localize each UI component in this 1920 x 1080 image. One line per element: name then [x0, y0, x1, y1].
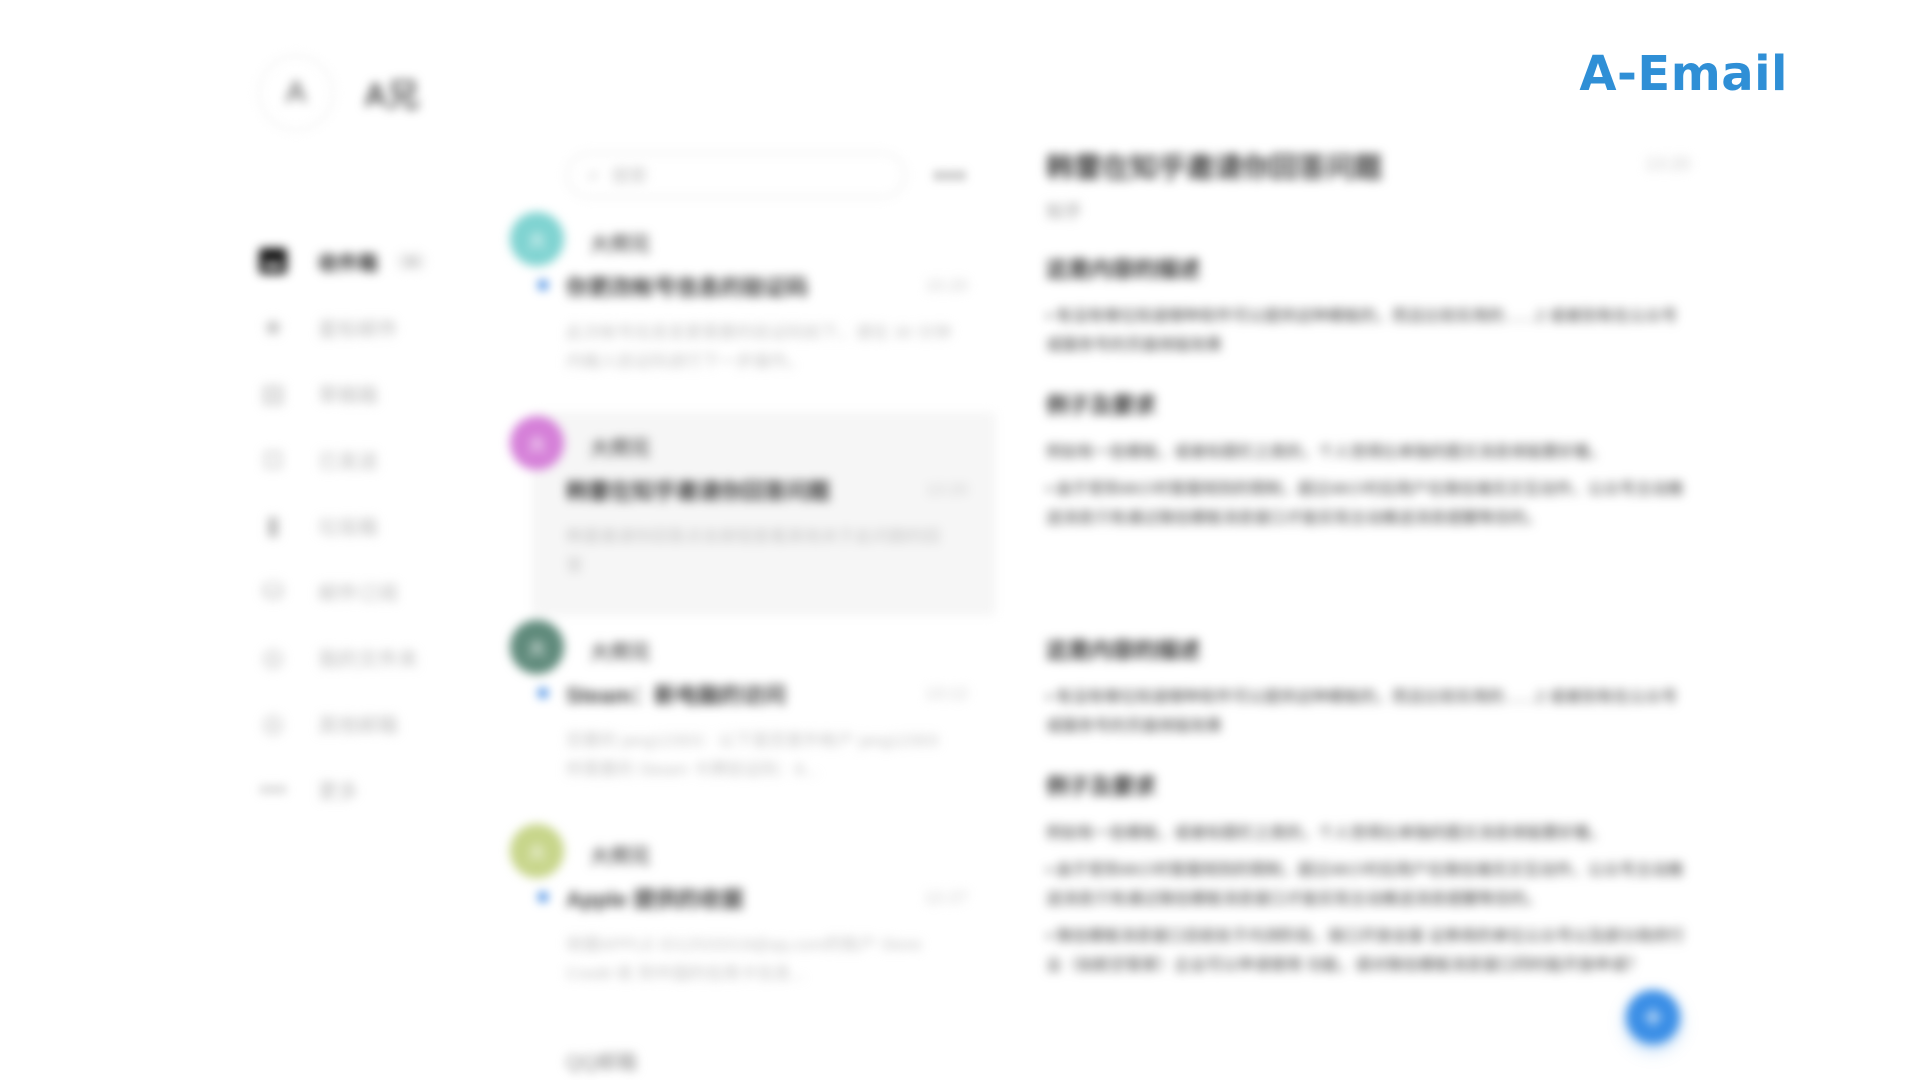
- message-title: 韩雷在知乎邀请你回答问题: [1046, 152, 1383, 183]
- sidebar-item-inbox[interactable]: 收件箱 34: [258, 228, 458, 294]
- section-paragraph: 例如有一些模板，或者标题栏之类的，个人觉得比单独的图文消息排版要好看。: [1046, 825, 1607, 842]
- avatar[interactable]: A: [258, 55, 334, 131]
- sender-avatar: 大: [510, 212, 564, 266]
- profile-name: A兄: [364, 77, 420, 113]
- mail-subject: Steam：新电脑的访问: [566, 683, 787, 708]
- mailbox-icon: ◎: [261, 707, 285, 738]
- sidebar-item-folders[interactable]: ◎ 我的文件夹: [258, 624, 458, 690]
- sidebar-item-more[interactable]: ••• 更多: [258, 756, 458, 822]
- compose-button[interactable]: +: [1626, 990, 1680, 1044]
- sidebar-item-label: 更多: [318, 780, 358, 803]
- folder-icon: ◎: [261, 641, 285, 672]
- message-section: 这是内容的描述 • 有没有哪位知道哪种软件可以提供这种模板的，而且比较实用的………: [1046, 252, 1686, 360]
- section-paragraph: • 有没有哪位知道哪种软件可以提供这种模板的，而且比较实用的……2 或者别有在公…: [1046, 308, 1678, 354]
- sender-avatar: 大: [510, 620, 564, 674]
- mail-subject: 韩雷在知乎邀请你回答问题: [566, 479, 831, 504]
- message-section: 例子及要求 例如有一些模板，或者标题栏之类的，个人觉得比单独的图文消息排版要好看…: [1046, 388, 1686, 533]
- section-heading: 例子及要求: [1046, 774, 1157, 799]
- star-icon: ★: [261, 311, 285, 342]
- sidebar-item-label: 其他邮箱: [318, 714, 398, 737]
- sidebar-item-other-mailboxes[interactable]: ◎ 其他邮箱: [258, 690, 458, 756]
- sidebar-item-drafts[interactable]: ▤ 草稿箱: [258, 360, 458, 426]
- sidebar-item-label: 星标邮件: [318, 318, 398, 341]
- mail-time: 12-27: [924, 888, 968, 907]
- mail-sender: 大师兄: [590, 234, 650, 256]
- mail-list: 大 大师兄 你更改帐号信息的验证码 15:20 此次帐号信息变更需要的验证码如下…: [510, 208, 996, 1024]
- section-paragraph: • 微信模板消息窗口目前处于内测阶段，接口开放全面 证券商的单位公众号以及部分政…: [1046, 928, 1685, 974]
- sidebar-item-trash[interactable]: ▮ 垃圾箱: [258, 492, 458, 558]
- sidebar-nav: 收件箱 34 ★ 星标邮件 ▤ 草稿箱 ⊡ 已发送 ▮ 垃圾箱 ⛁ 邮件订阅 ◎…: [258, 228, 458, 822]
- sidebar-item-label: 邮件订阅: [318, 582, 398, 605]
- unread-dot: [538, 280, 548, 290]
- mail-item-selected[interactable]: 大 大师兄 韩雷在知乎邀请你回答问题 13:20 韩雷邀请你回答点击按钮查看其他…: [510, 412, 996, 616]
- section-heading: 这是内容的描述: [1046, 638, 1201, 663]
- mail-time: 13:12: [925, 684, 968, 703]
- sent-icon: ⊡: [262, 443, 284, 474]
- mail-sender: 大师兄: [590, 642, 650, 664]
- mail-preview: 收据APPLE ID12533319@qq.com的账户 Store Credi…: [566, 935, 922, 983]
- mail-time: 15:20: [925, 276, 968, 295]
- reading-pane: 韩雷在知乎邀请你回答问题 13:20 知乎 这是内容的描述 • 有没有哪位知道哪…: [1046, 146, 1690, 988]
- mail-item[interactable]: 大 大师兄 你更改帐号信息的验证码 15:20 此次帐号信息变更需要的验证码如下…: [510, 208, 996, 412]
- mail-subject: 你更改帐号信息的验证码: [566, 275, 809, 300]
- mail-preview: 此次帐号信息变更需要的验证码如下，请在 30 分钟内输入验证码进行下一步操作。: [566, 323, 952, 371]
- mail-time: 13:20: [925, 480, 968, 499]
- mail-sender: 大师兄: [590, 846, 650, 868]
- section-paragraph: • 有没有哪位知道哪种软件可以提供这种模板的，而且比较实用的……2 或者别有在公…: [1046, 689, 1678, 735]
- message-from: 知乎: [1046, 202, 1082, 222]
- search-icon: ⌕: [588, 163, 600, 186]
- sidebar-item-label: 已发送: [318, 450, 378, 473]
- unread-dot: [538, 892, 548, 902]
- section-heading: 例子及要求: [1046, 393, 1157, 418]
- more-icon: •••: [259, 773, 287, 804]
- message-time: 13:20: [1644, 154, 1690, 174]
- trash-icon: ▮: [265, 509, 281, 540]
- inbox-icon: [258, 246, 288, 276]
- section-paragraph: • 由于受到48小时客服规则的限制，超过48小时后用户在微信端无交互动作，公众号…: [1046, 862, 1684, 908]
- section-paragraph: • 由于受到48小时客服规则的限制，超过48小时后用户在微信端无交互动作，公众号…: [1046, 481, 1684, 527]
- mail-preview: 韩雷邀请你回答点击按钮查看其他关于此问题的回答: [566, 527, 940, 575]
- message-section: 这是内容的描述 • 有没有哪位知道哪种软件可以提供这种模板的，而且比较实用的………: [1046, 633, 1686, 741]
- sidebar-item-label: 收件箱: [318, 252, 378, 275]
- section-heading: 这是内容的描述: [1046, 257, 1201, 282]
- profile[interactable]: A A兄: [258, 55, 419, 131]
- sidebar-item-label: 草稿箱: [318, 384, 378, 407]
- section-paragraph: 例如有一些模板，或者标题栏之类的，个人觉得比单独的图文消息排版要好看。: [1046, 444, 1607, 461]
- account-section-label[interactable]: QQ邮箱: [566, 1046, 637, 1075]
- search-placeholder: 搜索: [611, 166, 648, 186]
- draft-icon: ▤: [260, 377, 286, 408]
- sidebar-item-label: 我的文件夹: [318, 648, 418, 671]
- message-section: 例子及要求 例如有一些模板，或者标题栏之类的，个人觉得比单独的图文消息排版要好看…: [1046, 769, 1686, 980]
- sender-avatar: 大: [510, 824, 564, 878]
- search-input[interactable]: ⌕ 搜索: [566, 152, 906, 198]
- app-window: A A兄 收件箱 34 ★ 星标邮件 ▤ 草稿箱 ⊡ 已发送 ▮ 垃圾箱 ⛁ 邮…: [0, 0, 1920, 1080]
- sidebar-item-subscriptions[interactable]: ⛁ 邮件订阅: [258, 558, 458, 624]
- list-more-icon[interactable]: •••: [934, 160, 967, 191]
- sidebar-item-label: 垃圾箱: [318, 516, 378, 539]
- mail-sender: 大师兄: [590, 438, 650, 460]
- unread-count-badge: 34: [396, 251, 427, 271]
- mail-preview: 您要的 jang12303：以下是您意外帐户 jang12303 所需要的 St…: [566, 731, 939, 779]
- mail-item[interactable]: 大 大师兄 Steam：新电脑的访问 13:12 您要的 jang12303：以…: [510, 616, 996, 820]
- sender-avatar: 大: [510, 416, 564, 470]
- mail-item[interactable]: 大 大师兄 Apple 提供的收据 12-27 收据APPLE ID125333…: [510, 820, 996, 1024]
- subscription-icon: ⛁: [262, 575, 284, 606]
- sidebar-item-sent[interactable]: ⊡ 已发送: [258, 426, 458, 492]
- sidebar-item-starred[interactable]: ★ 星标邮件: [258, 294, 458, 360]
- search-bar: ⌕ 搜索 •••: [566, 152, 967, 198]
- unread-dot: [538, 688, 548, 698]
- mail-subject: Apple 提供的收据: [566, 887, 744, 912]
